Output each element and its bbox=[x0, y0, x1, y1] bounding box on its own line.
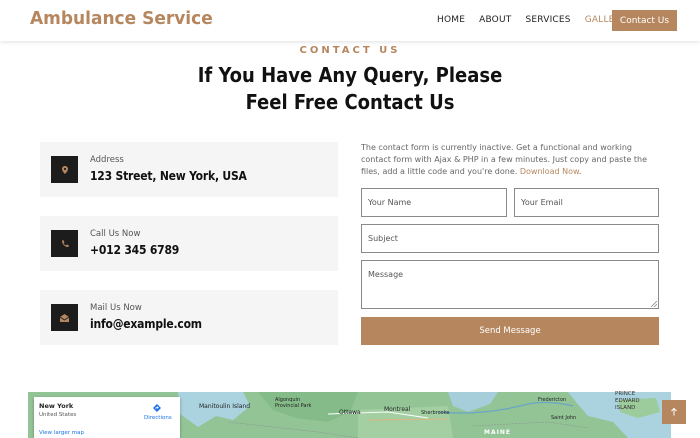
map-label-ottawa: Ottawa bbox=[339, 409, 361, 416]
address-label: Address bbox=[90, 155, 124, 165]
back-to-top-button[interactable] bbox=[662, 400, 686, 424]
map-label-algonquin: Algonquin Provincial Park bbox=[275, 397, 312, 409]
form-intro: The contact form is currently inactive. … bbox=[361, 143, 648, 176]
map-label-montreal: Montreal bbox=[384, 406, 411, 413]
name-placeholder: Your Name bbox=[368, 198, 412, 207]
arrow-up-icon bbox=[671, 407, 677, 416]
site-header: Ambulance Service HOME ABOUT SERVICES GA… bbox=[0, 0, 700, 41]
section-title: If You Have Any Query, Please Feel Free … bbox=[197, 63, 503, 114]
resize-handle-icon[interactable] bbox=[651, 301, 657, 307]
nav-home[interactable]: HOME bbox=[437, 15, 465, 25]
phone-value: +012 345 6789 bbox=[90, 243, 180, 257]
email-label: Mail Us Now bbox=[90, 303, 142, 313]
phone-card: Call Us Now +012 345 6789 bbox=[40, 216, 338, 271]
directions-link[interactable]: Directions bbox=[144, 415, 172, 421]
name-input[interactable]: Your Name bbox=[361, 188, 507, 217]
envelope-icon bbox=[51, 304, 78, 331]
map-label-sherbrooke: Sherbrooke bbox=[421, 410, 450, 416]
send-message-button[interactable]: Send Message bbox=[361, 317, 659, 345]
download-link[interactable]: Download Now bbox=[520, 167, 579, 176]
directions-icon[interactable] bbox=[152, 403, 162, 413]
email-input[interactable]: Your Email bbox=[514, 188, 659, 217]
subject-placeholder: Subject bbox=[368, 234, 398, 243]
map-label-maine: MAINE bbox=[484, 429, 511, 436]
email-card: Mail Us Now info@example.com bbox=[40, 290, 338, 345]
subject-input[interactable]: Subject bbox=[361, 224, 659, 253]
map-pin-icon bbox=[51, 156, 78, 183]
map-label-saint-john: Saint John bbox=[551, 415, 577, 421]
map-label-pei: PRINCE EDWARD ISLAND bbox=[615, 391, 640, 411]
site-logo[interactable]: Ambulance Service bbox=[30, 9, 213, 30]
nav-services[interactable]: SERVICES bbox=[525, 15, 570, 25]
address-card: Address 123 Street, New York, USA bbox=[40, 142, 338, 197]
contact-us-button[interactable]: Contact Us bbox=[612, 10, 677, 31]
section-eyebrow: CONTACT US bbox=[299, 45, 401, 56]
main-nav: HOME ABOUT SERVICES GALLERY bbox=[437, 15, 640, 25]
phone-label: Call Us Now bbox=[90, 229, 141, 239]
view-larger-map-link[interactable]: View larger map bbox=[39, 430, 84, 436]
map-label-manitoulin: Manitoulin Island bbox=[199, 403, 251, 410]
phone-icon bbox=[51, 230, 78, 257]
map-city: New York bbox=[39, 402, 74, 410]
email-value: info@example.com bbox=[90, 317, 202, 331]
map-place-card: New York United States Directions View l… bbox=[34, 397, 180, 438]
map-country: United States bbox=[39, 412, 77, 418]
message-placeholder: Message bbox=[368, 270, 404, 279]
form-intro-text: The contact form is currently inactive. … bbox=[361, 143, 648, 176]
email-placeholder: Your Email bbox=[521, 198, 563, 207]
nav-about[interactable]: ABOUT bbox=[479, 15, 511, 25]
message-textarea[interactable]: Message bbox=[361, 260, 659, 309]
address-value: 123 Street, New York, USA bbox=[90, 169, 247, 183]
map-label-fredericton: Fredericton bbox=[538, 397, 567, 403]
